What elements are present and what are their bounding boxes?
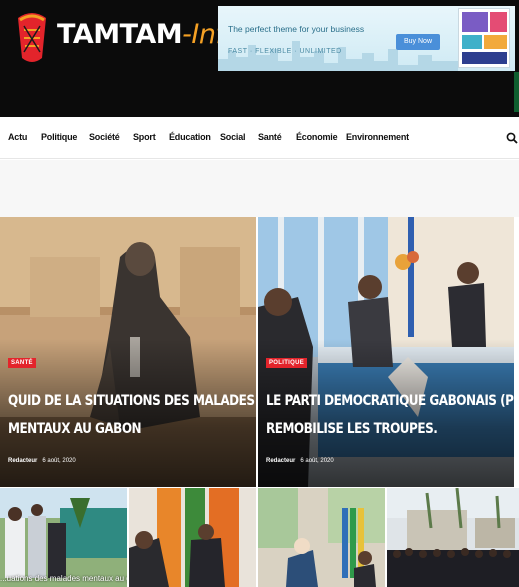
- article-author[interactable]: Redacteur: [8, 458, 37, 464]
- article-meta: Redacteur 6 août, 2020: [266, 458, 334, 464]
- thumbnail-caption: ...uations des malades mentaux au gabon: [0, 574, 127, 583]
- ad-theme-preview: [458, 8, 510, 68]
- article-thumbnail-4[interactable]: [387, 488, 519, 587]
- nav-item-societe[interactable]: Société: [89, 132, 120, 142]
- thumbnail-image: [387, 488, 519, 587]
- article-title-line-2: REMOBILISE LES TROUPES.: [266, 421, 438, 437]
- nav-item-education[interactable]: Éducation: [169, 132, 211, 142]
- category-badge[interactable]: SANTÉ: [8, 358, 36, 368]
- main-navigation: Actu Politique Société Sport Éducation S…: [0, 117, 519, 159]
- site-logo-text[interactable]: TAMTAM-Info: [57, 18, 241, 52]
- thumbnail-image: [0, 488, 127, 587]
- site-header: TAMTAM-Info The perfect theme for your b…: [0, 0, 519, 117]
- side-strip: [514, 72, 519, 112]
- featured-article-card-1[interactable]: SANTÉ QUID DE LA SITUATIONS DES MALADES …: [0, 217, 256, 487]
- article-thumbnail-2[interactable]: [129, 488, 256, 587]
- article-date: 6 août, 2020: [300, 458, 334, 464]
- nav-item-economie[interactable]: Économie: [296, 132, 338, 142]
- nav-item-sport[interactable]: Sport: [133, 132, 156, 142]
- nav-item-actu[interactable]: Actu: [8, 132, 27, 142]
- logo-word: TAMTAM: [57, 19, 183, 50]
- ad-buy-button[interactable]: Buy Now: [396, 34, 440, 50]
- thumbnail-image: [258, 488, 385, 587]
- drum-logo-icon[interactable]: [12, 8, 52, 68]
- nav-item-environnement[interactable]: Environnement: [346, 132, 409, 142]
- thumbnail-image: [129, 488, 256, 587]
- nav-item-sante[interactable]: Santé: [258, 132, 282, 142]
- search-icon[interactable]: [506, 132, 518, 144]
- ad-subline: FAST · FLEXIBLE · UNLIMITED: [228, 48, 342, 55]
- ad-banner[interactable]: The perfect theme for your business FAST…: [218, 6, 515, 71]
- article-title-line-1: QUID DE LA SITUATIONS DES MALADES: [8, 393, 255, 409]
- category-badge[interactable]: POLITIQUE: [266, 358, 308, 368]
- article-thumbnail-3[interactable]: [258, 488, 385, 587]
- article-thumbnail-1[interactable]: ...uations des malades mentaux au gabon: [0, 488, 127, 587]
- article-author[interactable]: Redacteur: [266, 458, 295, 464]
- ad-headline: The perfect theme for your business: [228, 24, 365, 34]
- article-date: 6 août, 2020: [42, 458, 76, 464]
- nav-item-politique[interactable]: Politique: [41, 132, 77, 142]
- article-title[interactable]: QUID DE LA SITUATIONS DES MALADES MENTAU…: [8, 387, 255, 443]
- article-title-line-1: LE PARTI DEMOCRATIQUE GABONAIS (PDG),: [266, 393, 514, 409]
- nav-item-social[interactable]: Social: [220, 132, 246, 142]
- featured-article-card-2[interactable]: POLITIQUE LE PARTI DEMOCRATIQUE GABONAIS…: [258, 217, 514, 487]
- article-meta: Redacteur 6 août, 2020: [8, 458, 76, 464]
- spacer-band: [0, 160, 519, 217]
- article-title[interactable]: LE PARTI DEMOCRATIQUE GABONAIS (PDG), RE…: [266, 387, 514, 443]
- article-title-line-2: MENTAUX AU GABON: [8, 421, 142, 437]
